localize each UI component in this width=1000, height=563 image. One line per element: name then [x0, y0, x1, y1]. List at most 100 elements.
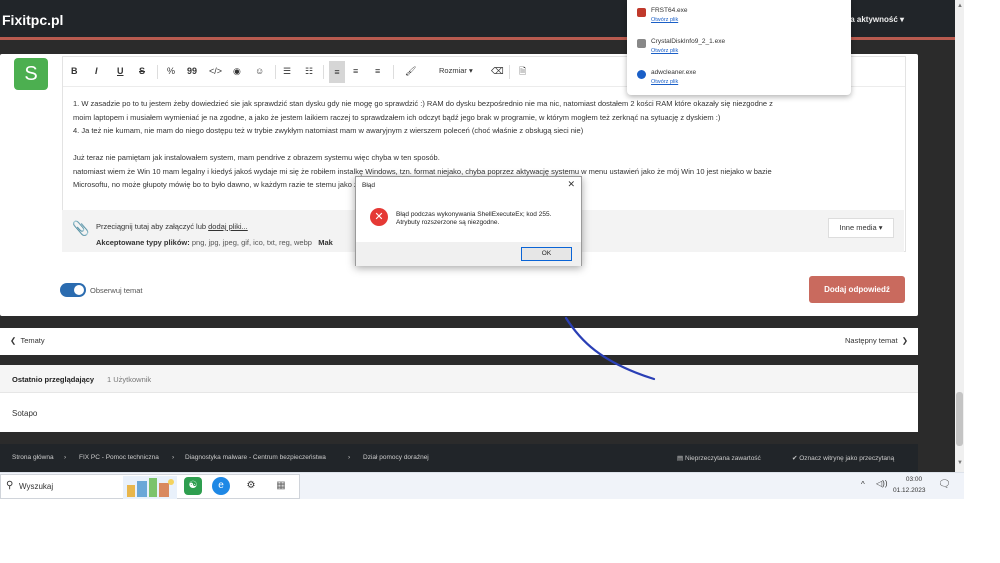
brush-icon[interactable]: 🖌: [405, 65, 416, 77]
editor-line: 4. Ja też nie kumam, nie mam do niego do…: [73, 126, 584, 135]
notifications-icon[interactable]: 🗨: [938, 479, 951, 490]
source-view-button[interactable]: 🗎: [519, 65, 526, 77]
breadcrumb-fixpc[interactable]: FIX PC - Pomoc techniczna: [79, 454, 159, 461]
dialog-footer: OK: [356, 242, 581, 266]
viewer-username[interactable]: Sotapo: [12, 409, 37, 418]
scroll-down-icon[interactable]: ▼: [957, 460, 963, 466]
site-logo[interactable]: Fixitpc.pl: [2, 12, 63, 28]
dialog-message-line: Błąd podczas wykonywania ShellExecuteEx;…: [396, 211, 552, 218]
recent-viewers-count: 1 Użytkownik: [107, 375, 152, 384]
chevron-right-icon: ›: [172, 454, 175, 461]
recent-viewers: Ostatnio przeglądający 1 Użytkownik Sota…: [0, 365, 918, 432]
strikethrough-button[interactable]: S: [139, 65, 145, 77]
align-left-button[interactable]: ≡: [329, 61, 345, 83]
ok-button[interactable]: OK: [521, 247, 572, 261]
open-file-link[interactable]: Otwórz plik: [651, 48, 678, 54]
accepted-file-types: Akceptowane typy plików: png, jpg, jpeg,…: [96, 238, 333, 247]
close-icon[interactable]: ✕: [567, 179, 575, 190]
tray-chevron-icon[interactable]: ^: [861, 480, 865, 489]
add-files-link[interactable]: dodaj pliki...: [208, 222, 248, 231]
download-item[interactable]: adwcleaner.exe Otwórz plik: [637, 67, 837, 93]
download-filename: CrystalDiskInfo9_2_1.exe: [651, 38, 726, 45]
browser-viewport: Fixitpc.pl la aktywność ▾ S B I U S % 99…: [0, 0, 955, 472]
watch-topic-toggle[interactable]: [60, 283, 86, 297]
scrollbar-thumb[interactable]: [956, 392, 963, 446]
archive-app-icon[interactable]: ▦: [272, 477, 290, 495]
add-reply-button[interactable]: Dodaj odpowiedź: [809, 276, 905, 303]
search-placeholder: Wyszukaj: [19, 482, 54, 491]
open-file-link[interactable]: Otwórz plik: [651, 79, 678, 85]
breadcrumb-malware[interactable]: Diagnostyka malware - Centrum bezpieczeń…: [185, 454, 326, 461]
paperclip-icon: 📎: [72, 220, 90, 236]
clock-date[interactable]: 01.12.2023: [893, 487, 926, 494]
chevron-right-icon: ›: [64, 454, 67, 461]
dialog-message: Błąd podczas wykonywania ShellExecuteEx;…: [396, 211, 551, 227]
download-item[interactable]: CrystalDiskInfo9_2_1.exe Otwórz plik: [637, 36, 837, 62]
avatar[interactable]: S: [14, 58, 48, 90]
edge-browser-icon[interactable]: e: [212, 477, 230, 495]
page-scrollbar[interactable]: ▲ ▼: [955, 0, 964, 472]
settings-gear-icon[interactable]: ⚙: [242, 477, 260, 495]
code-button[interactable]: </>: [209, 65, 222, 77]
align-center-button[interactable]: ≡: [353, 65, 358, 77]
dialog-message-line: Atrybuty rozszerzone są niezgodne.: [396, 219, 500, 226]
breadcrumb-help-desk[interactable]: Dział pomocy doraźnej: [363, 454, 429, 461]
download-item[interactable]: FRST64.exe Otwórz plik: [637, 5, 837, 31]
activity-link[interactable]: la aktywność ▾: [848, 15, 904, 24]
accepted-types-list: png, jpg, jpeg, gif, ico, txt, reg, webp: [189, 238, 312, 247]
adwcleaner-file-icon: [637, 70, 646, 79]
taskbar: ⚲ Wyszukaj ☯ e ⚙ ▦ ^ ◁)) 03:00 01.12.202…: [0, 472, 964, 499]
attach-instructions: Przeciągnij tutaj aby załączyć lub dodaj…: [96, 222, 248, 231]
search-icon: ⚲: [6, 480, 14, 491]
clear-format-button[interactable]: ⌫: [491, 65, 504, 77]
toolbar-divider: [275, 65, 276, 79]
toolbar-divider: [157, 65, 158, 79]
link-button[interactable]: %: [167, 65, 175, 77]
emoji-button[interactable]: ☺: [255, 65, 264, 77]
editor-line: 1. W zasadzie po to tu jestem żeby dowie…: [73, 99, 773, 108]
frst-file-icon: [637, 8, 646, 17]
bold-button[interactable]: B: [71, 65, 78, 77]
download-filename: adwcleaner.exe: [651, 69, 697, 76]
quote-button[interactable]: 99: [187, 65, 197, 77]
breadcrumb-home[interactable]: Strona główna: [12, 454, 54, 461]
chevron-left-icon: ❮: [10, 336, 21, 345]
attach-prefix: Przeciągnij tutaj aby załączyć lub: [96, 222, 209, 231]
align-right-button[interactable]: ≡: [375, 65, 380, 77]
annotation-stroke: [564, 316, 656, 381]
error-dialog: Błąd ✕ ✕ Błąd podczas wykonywania ShellE…: [355, 176, 582, 266]
italic-button[interactable]: I: [95, 65, 98, 77]
chevron-right-icon: ❯: [897, 336, 908, 345]
open-file-link[interactable]: Otwórz plik: [651, 17, 678, 23]
download-filename: FRST64.exe: [651, 7, 688, 14]
downloads-panel: FRST64.exe Otwórz plik CrystalDiskInfo9_…: [627, 0, 851, 95]
unread-content-link[interactable]: ▤ Nieprzeczytana zawartość: [677, 454, 761, 462]
scroll-up-icon[interactable]: ▲: [957, 3, 963, 9]
error-icon: ✕: [370, 208, 388, 226]
editor-line: moim laptopem i musiałem wymieniać je na…: [73, 112, 721, 122]
toolbar-divider: [393, 65, 394, 79]
clock-time[interactable]: 03:00: [900, 476, 928, 483]
bullet-list-button[interactable]: ☰: [283, 65, 291, 77]
underline-button[interactable]: U: [117, 65, 124, 77]
chevron-right-icon: ›: [348, 454, 351, 461]
other-media-button[interactable]: Inne media ▾: [828, 218, 894, 238]
mark-site-read-link[interactable]: ✔ Oznacz witrynę jako przeczytaną: [792, 454, 894, 462]
volume-icon[interactable]: ◁)): [876, 479, 887, 488]
recent-viewers-title: Ostatnio przeglądający: [12, 375, 95, 384]
spoiler-button[interactable]: ◉: [233, 65, 241, 77]
toolbar-divider: [323, 65, 324, 79]
topics-link[interactable]: ❮ Tematy: [10, 336, 45, 345]
numbered-list-button[interactable]: ☷: [305, 65, 313, 77]
next-topic-link[interactable]: Następny temat ❯: [845, 336, 908, 345]
topics-link-label: Tematy: [20, 336, 45, 345]
screen: Fixitpc.pl la aktywność ▾ S B I U S % 99…: [0, 0, 1000, 563]
thread-navigation: ❮ Tematy Następny temat ❯: [0, 328, 918, 355]
green-app-icon[interactable]: ☯: [184, 477, 202, 495]
max-size-label: Mak: [318, 238, 333, 247]
font-size-dropdown[interactable]: Rozmiar ▾: [439, 65, 473, 77]
watch-topic-label: Obserwuj temat: [90, 286, 143, 295]
breadcrumb: Strona główna › FIX PC - Pomoc techniczn…: [0, 444, 918, 472]
search-highlight-icon: [123, 476, 177, 499]
recent-viewers-header: Ostatnio przeglądający 1 Użytkownik: [0, 365, 918, 393]
